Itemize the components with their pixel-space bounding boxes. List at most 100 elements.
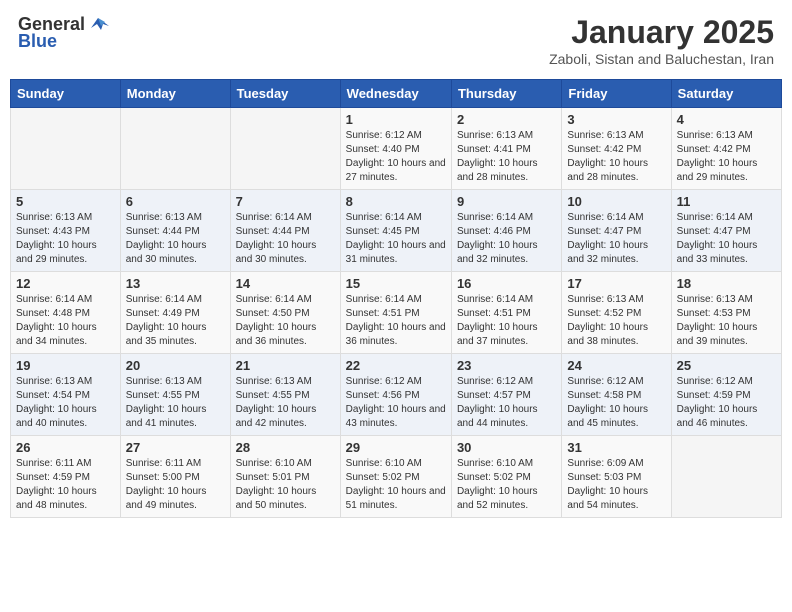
day-info-line: Sunrise: 6:13 AM [16,376,92,387]
table-row: 7Sunrise: 6:14 AMSunset: 4:44 PMDaylight… [230,190,340,272]
day-info: Sunrise: 6:14 AMSunset: 4:46 PMDaylight:… [457,211,556,267]
day-info-line: Daylight: 10 hours and 40 minutes. [16,404,97,429]
day-info-line: Sunrise: 6:11 AM [126,458,201,469]
col-thursday: Thursday [451,80,561,108]
day-number: 6 [126,194,225,209]
table-row: 3Sunrise: 6:13 AMSunset: 4:42 PMDaylight… [562,108,671,190]
day-info: Sunrise: 6:14 AMSunset: 4:51 PMDaylight:… [346,293,446,349]
day-info-line: Daylight: 10 hours and 29 minutes. [677,158,758,183]
table-row: 12 Sunrise: 6:14 AMSunset: 4:48 PMDayligh… [11,272,121,354]
day-number: 5 [16,194,115,209]
day-number: 21 [236,358,335,373]
day-info-line: Daylight: 10 hours and 35 minutes. [126,322,207,347]
day-info-line: Daylight: 10 hours and 49 minutes. [126,486,207,511]
table-row: 31Sunrise: 6:09 AMSunset: 5:03 PMDayligh… [562,436,671,518]
day-info-line: Sunset: 4:58 PM [567,390,641,401]
day-info-line: Sunrise: 6:12 AM [457,376,533,387]
day-info: Sunrise: 6:13 AMSunset: 4:41 PMDaylight:… [457,129,556,185]
day-info: Sunrise: 6:13 AMSunset: 4:44 PMDaylight:… [126,211,225,267]
day-info-line: Daylight: 10 hours and 37 minutes. [457,322,538,347]
table-row: 16Sunrise: 6:14 AMSunset: 4:51 PMDayligh… [451,272,561,354]
day-number: 9 [457,194,556,209]
location-text: Zaboli, Sistan and Baluchestan, Iran [549,51,774,67]
day-info-line: Daylight: 10 hours and 28 minutes. [457,158,538,183]
logo-blue-text: Blue [18,31,57,52]
day-info-line: Daylight: 10 hours and 32 minutes. [457,240,538,265]
day-info-line: Sunrise: 6:14 AM [346,212,422,223]
day-info-line: Sunset: 5:01 PM [236,472,310,483]
day-info-line: Sunset: 4:55 PM [126,390,200,401]
day-info-line: Sunrise: 6:13 AM [126,212,202,223]
day-info-line: Sunrise: 6:13 AM [236,376,312,387]
day-info-line: Daylight: 10 hours and 41 minutes. [126,404,207,429]
day-info-line: Sunset: 4:55 PM [236,390,310,401]
day-info: Sunrise: 6:10 AMSunset: 5:02 PMDaylight:… [346,457,446,513]
day-number: 11 [677,194,776,209]
day-number: 23 [457,358,556,373]
col-sunday: Sunday [11,80,121,108]
day-info-line: Daylight: 10 hours and 38 minutes. [567,322,648,347]
day-info: Sunrise: 6:13 AMSunset: 4:42 PMDaylight:… [567,129,665,185]
table-row: 8Sunrise: 6:14 AMSunset: 4:45 PMDaylight… [340,190,451,272]
day-number: 15 [346,276,446,291]
day-info: Sunrise: 6:13 AMSunset: 4:55 PMDaylight:… [126,375,225,431]
day-info: Sunrise: 6:13 AMSunset: 4:55 PMDaylight:… [236,375,335,431]
day-info-line: Sunset: 4:41 PM [457,144,531,155]
day-number: 12 [16,276,115,291]
day-info: Sunrise: 6:12 AMSunset: 4:56 PMDaylight:… [346,375,446,431]
day-info: Sunrise: 6:11 AM Sunset: 5:00 PM Daylight:… [126,457,225,513]
day-info-line: Sunset: 4:59 PM [16,472,90,483]
day-info-line: Sunrise: 6:12 AM [567,376,643,387]
day-info-line: Sunset: 4:44 PM [236,226,310,237]
day-info-line: Daylight: 10 hours and 28 minutes. [567,158,648,183]
day-info-line: Sunrise: 6:14 AM [236,294,312,305]
day-info-line: Sunrise: 6:13 AM [567,294,643,305]
table-row [120,108,230,190]
day-info-line: Sunrise: 6:12 AM [346,130,422,141]
table-row: 24Sunrise: 6:12 AMSunset: 4:58 PMDayligh… [562,354,671,436]
table-row: 4Sunrise: 6:13 AMSunset: 4:42 PMDaylight… [671,108,781,190]
month-title: January 2025 [549,14,774,51]
calendar-header-row: Sunday Monday Tuesday Wednesday Thursday… [11,80,782,108]
day-info: Sunrise: 6:14 AMSunset: 4:45 PMDaylight:… [346,211,446,267]
day-info-line: Daylight: 10 hours and 27 minutes. [346,158,446,183]
table-row: 21Sunrise: 6:13 AMSunset: 4:55 PMDayligh… [230,354,340,436]
day-info-line: Daylight: 10 hours and 44 minutes. [457,404,538,429]
day-info-line: Sunset: 4:52 PM [567,308,641,319]
day-info-line: Daylight: 10 hours and 39 minutes. [677,322,758,347]
day-info: Sunrise: 6:14 AMSunset: 4:44 PMDaylight:… [236,211,335,267]
day-number: 14 [236,276,335,291]
col-saturday: Saturday [671,80,781,108]
day-info-line: Sunrise: 6:13 AM [677,130,753,141]
day-info-line: Sunrise: 6:13 AM [16,212,92,223]
day-number: 27 [126,440,225,455]
day-info: Sunrise: 6:14 AMSunset: 4:49 PMDaylight:… [126,293,225,349]
day-number: 29 [346,440,446,455]
day-info: Sunrise: 6:14 AMSunset: 4:48 PMDaylight:… [16,293,115,349]
day-number: 18 [677,276,776,291]
day-info-line: Sunrise: 6:14 AM [16,294,92,305]
day-info-line: Daylight: 10 hours and 33 minutes. [677,240,758,265]
calendar-week-row: 5 Sunrise: 6:13 AMSunset: 4:43 PMDaylight… [11,190,782,272]
day-number: 25 [677,358,776,373]
day-info-line: Daylight: 10 hours and 54 minutes. [567,486,648,511]
day-info: Sunrise: 6:12 AMSunset: 4:59 PMDaylight:… [677,375,776,431]
table-row [671,436,781,518]
day-info-line: Sunrise: 6:12 AM [346,376,422,387]
day-info: Sunrise: 6:11 AMSunset: 4:59 PMDaylight:… [16,457,115,513]
table-row: 11Sunrise: 6:14 AMSunset: 4:47 PMDayligh… [671,190,781,272]
day-info-line: Sunset: 5:00 PM [126,472,200,483]
day-number: 24 [567,358,665,373]
day-info: Sunrise: 6:10 AMSunset: 5:01 PMDaylight:… [236,457,335,513]
table-row: 2Sunrise: 6:13 AMSunset: 4:41 PMDaylight… [451,108,561,190]
table-row: 13Sunrise: 6:14 AMSunset: 4:49 PMDayligh… [120,272,230,354]
day-info: Sunrise: 6:14 AMSunset: 4:50 PMDaylight:… [236,293,335,349]
day-info-line: Sunset: 4:50 PM [236,308,310,319]
calendar-week-row: 12 Sunrise: 6:14 AMSunset: 4:48 PMDayligh… [11,272,782,354]
day-info: Sunrise: 6:13 AMSunset: 4:43 PMDaylight:… [16,211,115,267]
day-info: Sunrise: 6:12 AMSunset: 4:58 PMDaylight:… [567,375,665,431]
table-row: 10Sunrise: 6:14 AMSunset: 4:47 PMDayligh… [562,190,671,272]
day-info-line: Sunset: 4:49 PM [126,308,200,319]
table-row: 15 Sunrise: 6:14 AMSunset: 4:51 PMDayligh… [340,272,451,354]
day-info-line: Sunrise: 6:14 AM [677,212,753,223]
